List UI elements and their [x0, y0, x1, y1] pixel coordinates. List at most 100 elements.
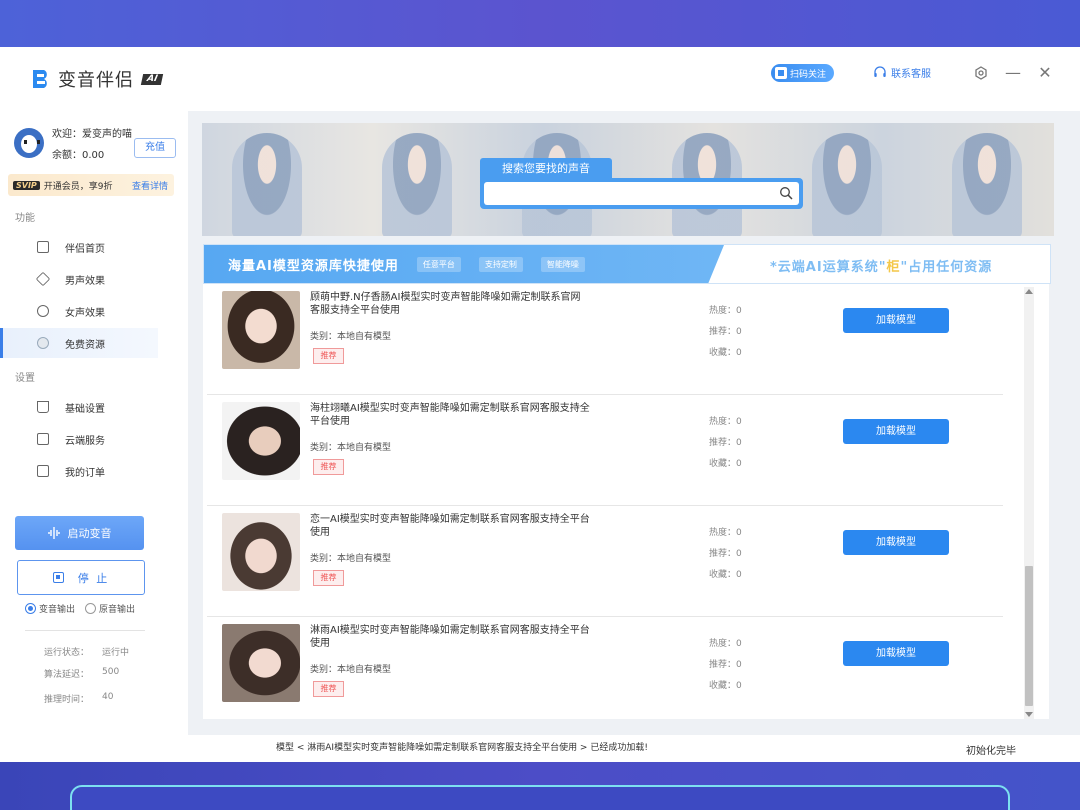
- promo-strip: 海量AI模型资源库快捷使用 任意平台 支持定制 智能降噪 *云端AI运算系统"柜…: [203, 244, 1051, 284]
- stat-value: 500: [102, 667, 120, 677]
- promo-pill: 智能降噪: [540, 256, 585, 272]
- background-top: [0, 0, 1080, 47]
- stat-label: 推理时间：: [44, 695, 90, 705]
- stop-icon: [52, 572, 64, 583]
- promo-slogan-post: "占用任何资源: [900, 260, 993, 275]
- banner-figure: [232, 133, 302, 236]
- main-content: 搜索您要找的声音 海量AI模型资源库快捷使用 任意平台 支持定制 智能降噪 *云…: [188, 111, 1080, 735]
- sidebar-item-male-voice[interactable]: 男声效果: [0, 264, 188, 294]
- sidebar-item-my-orders[interactable]: 我的订单: [0, 456, 188, 486]
- layers-icon: [35, 271, 51, 287]
- banner-figure: [812, 133, 882, 236]
- sidebar-item-female-voice[interactable]: 女声效果: [0, 296, 188, 326]
- sidebar-item-label: 男声效果: [65, 275, 105, 287]
- box-icon: [37, 465, 49, 477]
- promo-title: 海量AI模型资源库快捷使用: [228, 258, 399, 274]
- contact-service-button[interactable]: 联系客服: [873, 65, 931, 80]
- radio-original-output[interactable]: 原音输出: [85, 602, 135, 615]
- bottom-card: [70, 785, 1010, 810]
- recommend-count: 推荐：0: [709, 660, 742, 670]
- list-item: 恋一AI模型实时变声智能降噪如需定制联系官网客服支持全平台使用 类别：本地自有模…: [207, 506, 1003, 617]
- recommend-badge: 推荐: [313, 570, 344, 586]
- model-title: 海柱翊曦AI模型实时变声智能降噪如需定制联系官网客服支持全平台使用: [310, 403, 590, 427]
- stat-run-status: 运行状态： 运行中: [44, 645, 129, 658]
- promo-slogan-pre: *云端AI运算系统": [770, 260, 887, 275]
- logo-icon: [33, 70, 47, 88]
- sidebar-item-free-resources[interactable]: 免费资源: [0, 328, 158, 358]
- app-window: 变音伴侣 AI 扫码关注 联系客服 — ✕ 欢迎：爱变声的喵 余额：0.00 充…: [0, 47, 1080, 762]
- card-icon: [37, 433, 49, 445]
- start-voice-change-button[interactable]: 启动变音: [15, 516, 144, 550]
- avatar[interactable]: [14, 128, 44, 158]
- list-scrollbar[interactable]: [1024, 287, 1034, 719]
- model-category: 类别：本地自有模型: [310, 332, 392, 342]
- promo-pill: 任意平台: [416, 256, 461, 272]
- scrollbar-thumb[interactable]: [1025, 566, 1033, 706]
- waveform-icon: [47, 527, 60, 539]
- minimize-icon[interactable]: —: [1004, 64, 1022, 84]
- stat-label: 算法延迟：: [44, 670, 90, 680]
- app-name: 变音伴侣: [58, 70, 134, 91]
- svip-banner[interactable]: SVIP 开通会员，享9折 查看详情: [8, 174, 174, 196]
- sidebar-item-basic-settings[interactable]: 基础设置: [0, 392, 188, 422]
- section-function: 功能: [15, 213, 35, 224]
- model-stats: 热度：0 推荐：0 收藏：0: [709, 412, 742, 475]
- app-logo: 变音伴侣 AI: [30, 66, 164, 92]
- list-item: 海柱翊曦AI模型实时变声智能降噪如需定制联系官网客服支持全平台使用 类别：本地自…: [207, 395, 1003, 506]
- favorite-count: 收藏：0: [709, 570, 742, 580]
- sidebar-item-label: 我的订单: [65, 467, 105, 479]
- stop-label: 停 止: [77, 571, 110, 585]
- sidebar-item-label: 免费资源: [65, 339, 105, 351]
- sidebar-item-label: 云端服务: [65, 435, 105, 447]
- sidebar-item-cloud-service[interactable]: 云端服务: [0, 424, 188, 454]
- radio-label: 变音输出: [39, 605, 76, 615]
- model-category: 类别：本地自有模型: [310, 665, 392, 675]
- radio-voice-output[interactable]: 变音输出: [25, 602, 75, 615]
- start-label: 启动变音: [67, 527, 112, 540]
- heat-count: 热度：0: [709, 639, 742, 649]
- stop-button[interactable]: 停 止: [17, 560, 145, 595]
- sidebar: 欢迎：爱变声的喵 余额：0.00 充值 SVIP 开通会员，享9折 查看详情 功…: [0, 111, 188, 762]
- promo-slogan-highlight: 柜: [886, 260, 901, 275]
- model-stats: 热度：0 推荐：0 收藏：0: [709, 634, 742, 697]
- scroll-up-icon[interactable]: [1025, 289, 1033, 294]
- search-icon[interactable]: [779, 186, 793, 200]
- load-model-button[interactable]: 加载模型: [843, 419, 949, 444]
- settings-icon[interactable]: [972, 64, 990, 84]
- close-icon[interactable]: ✕: [1036, 64, 1054, 84]
- recommend-badge: 推荐: [313, 681, 344, 697]
- model-title: 恋一AI模型实时变声智能降噪如需定制联系官网客服支持全平台使用: [310, 514, 590, 538]
- scan-follow-button[interactable]: 扫码关注: [771, 64, 835, 82]
- load-model-button[interactable]: 加载模型: [843, 530, 949, 555]
- svip-detail-link[interactable]: 查看详情: [132, 179, 168, 192]
- load-model-button[interactable]: 加载模型: [843, 308, 949, 333]
- favorite-count: 收藏：0: [709, 681, 742, 691]
- heat-count: 热度：0: [709, 528, 742, 538]
- recommend-count: 推荐：0: [709, 438, 742, 448]
- model-thumbnail: [222, 513, 300, 591]
- scroll-down-icon[interactable]: [1025, 712, 1033, 717]
- heat-count: 热度：0: [709, 417, 742, 427]
- radio-label: 原音输出: [99, 605, 136, 615]
- recommend-count: 推荐：0: [709, 549, 742, 559]
- sidebar-item-label: 女声效果: [65, 307, 105, 319]
- search-input[interactable]: [484, 182, 799, 205]
- heat-count: 热度：0: [709, 306, 742, 316]
- balance-text: 余额：0.00: [52, 150, 105, 161]
- load-model-button[interactable]: 加载模型: [843, 641, 949, 666]
- search-banner: 搜索您要找的声音: [202, 123, 1054, 236]
- model-title: 淋雨AI模型实时变声智能降噪如需定制联系官网客服支持全平台使用: [310, 625, 590, 649]
- user-panel: 欢迎：爱变声的喵 余额：0.00 充值: [14, 125, 184, 165]
- gear-icon: [37, 305, 49, 317]
- sidebar-item-home[interactable]: 伴侣首页: [0, 232, 188, 262]
- radio-dot: [25, 603, 36, 614]
- model-list: 顾萌中野.N仔香肠AI模型实时变声智能降噪如需定制联系官网客服支持全平台使用 类…: [203, 284, 1049, 719]
- recommend-count: 推荐：0: [709, 327, 742, 337]
- stat-inference-time: 推理时间： 40: [44, 692, 113, 705]
- promo-pill: 支持定制: [478, 256, 523, 272]
- recharge-button[interactable]: 充值: [134, 138, 176, 158]
- model-title: 顾萌中野.N仔香肠AI模型实时变声智能降噪如需定制联系官网客服支持全平台使用: [310, 292, 581, 316]
- favorite-count: 收藏：0: [709, 459, 742, 469]
- status-message: 模型 < 淋雨AI模型实时变声智能降噪如需定制联系官网客服支持全平台使用 > 已…: [276, 743, 648, 753]
- radio-dot: [85, 603, 97, 614]
